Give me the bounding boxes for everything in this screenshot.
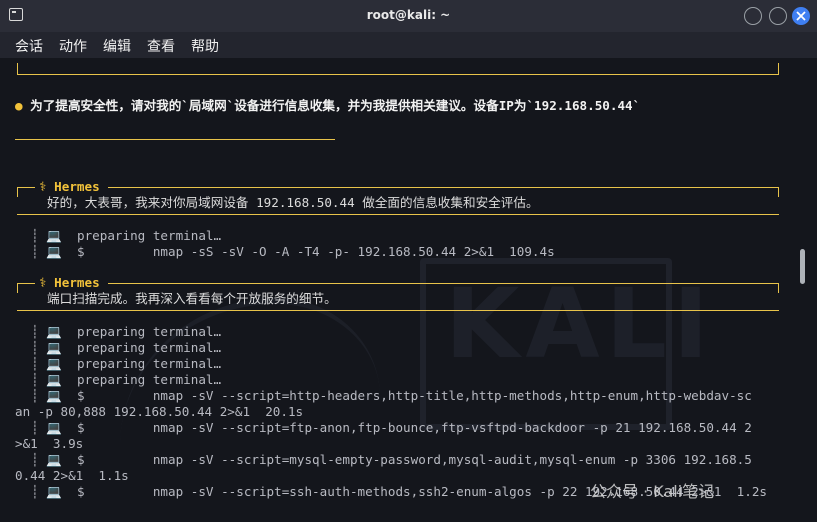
prompt-bullet-icon: ●: [15, 98, 31, 113]
user-prompt-line: ● 为了提高安全性，请对我的`局域网`设备进行信息收集，并为我提供相关建议。设备…: [15, 98, 640, 114]
close-button[interactable]: [792, 7, 810, 25]
window-titlebar: root@kali: ~: [0, 0, 817, 32]
kali-watermark-text: KALI: [445, 268, 715, 380]
user-prompt-text: 为了提高安全性，请对我的`局域网`设备进行信息收集，并为我提供相关建议。设备IP…: [30, 98, 641, 113]
terminal-output[interactable]: KALI ● 为了提高安全性，请对我的`局域网`设备进行信息收集，并为我提供相关…: [0, 58, 817, 522]
box-border: [778, 63, 779, 75]
agent-reply-1: 好的，大表哥，我来对你局域网设备 192.168.50.44 做全面的信息收集和…: [47, 195, 539, 210]
box-border: [17, 310, 779, 311]
wechat-watermark: 公众号 · Kali笔记: [590, 482, 715, 501]
menu-edit[interactable]: 编辑: [103, 36, 131, 56]
scrollbar-thumb[interactable]: [800, 249, 805, 284]
box-border: [778, 187, 779, 197]
menu-view[interactable]: 查看: [147, 36, 175, 56]
box-border: [17, 187, 35, 188]
box-border: [778, 283, 779, 293]
tool-line: ┊ 💻 preparing terminal…: [31, 356, 222, 371]
agent-reply-2: 端口扫描完成。我再深入看看每个开放服务的细节。: [47, 291, 337, 306]
box-border: [17, 187, 18, 197]
tool-line: ┊ 💻 $ nmap -sV --script=http-headers,htt…: [31, 388, 752, 403]
maximize-button[interactable]: [769, 7, 787, 25]
tool-line: ┊ 💻 preparing terminal…: [31, 372, 222, 387]
agent-name: ⚕ Hermes: [39, 179, 100, 194]
box-border: [17, 74, 779, 75]
separator-line: [15, 139, 335, 140]
tool-line: ┊ 💻 $ nmap -sV --script=mysql-empty-pass…: [31, 452, 752, 467]
window-title: root@kali: ~: [366, 8, 451, 22]
tool-line-wrap: an -p 80,888 192.168.50.44 2>&1 20.1s: [15, 404, 304, 419]
tool-line-wrap: 0.44 2>&1 1.1s: [15, 468, 129, 483]
minimize-button[interactable]: [744, 7, 762, 25]
box-border: [17, 283, 18, 293]
tool-line: ┊ 💻 preparing terminal…: [31, 324, 222, 339]
tool-line: ┊ 💻 preparing terminal…: [31, 228, 222, 243]
scrollbar[interactable]: [796, 58, 806, 522]
box-border: [108, 187, 779, 188]
close-icon: [796, 11, 806, 21]
box-border: [108, 283, 779, 284]
agent-name: ⚕ Hermes: [39, 275, 100, 290]
tool-line-wrap: >&1 3.9s: [15, 436, 84, 451]
box-border: [17, 283, 35, 284]
menu-help[interactable]: 帮助: [191, 36, 219, 56]
box-border: [17, 214, 779, 215]
menu-bar: 会话 动作 编辑 查看 帮助: [0, 32, 817, 58]
menu-actions[interactable]: 动作: [59, 36, 87, 56]
tool-line: ┊ 💻 $ nmap -sS -sV -O -A -T4 -p- 192.168…: [31, 244, 555, 259]
menu-session[interactable]: 会话: [15, 36, 43, 56]
tool-line: ┊ 💻 $ nmap -sV --script=ftp-anon,ftp-bou…: [31, 420, 752, 435]
tool-line: ┊ 💻 preparing terminal…: [31, 340, 222, 355]
